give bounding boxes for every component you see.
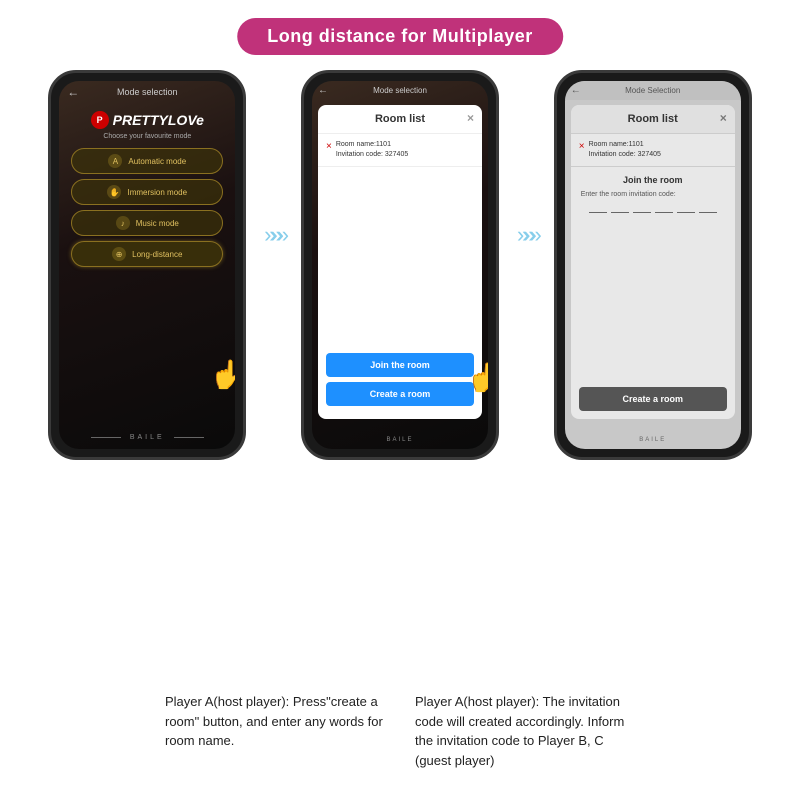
chevron-right-icon-2: »»» (517, 222, 536, 248)
create-room-btn[interactable]: Create a room (326, 382, 474, 406)
phone-3-topbar: ← Mode Selection (565, 81, 741, 100)
phone-3-screen: ← Mode Selection Room list × × Room name… (565, 81, 741, 449)
modal-actions: Join the room Create a room (326, 353, 474, 411)
modal-title: Room list (375, 113, 425, 125)
arrow-2: »»» (517, 222, 536, 248)
bottom-descriptions: Player A(host player): Press"create a ro… (0, 692, 800, 770)
phone-3-title: Mode Selection (625, 86, 680, 95)
header-banner: Long distance for Multiplayer (237, 18, 563, 55)
join-room-section: Join the room Enter the room invitation … (571, 167, 735, 229)
automatic-mode-btn[interactable]: A Automatic mode (71, 148, 223, 174)
phone-2: ← Mode selection Room list × × Room name… (301, 70, 499, 460)
room-x-icon: × (326, 141, 332, 152)
prettylove-text: PRETTYLOVe (113, 112, 204, 128)
phone-3-footer: BAILE (565, 437, 741, 443)
phones-row: ← Mode selection P PRETTYLOVe Choose you… (0, 70, 800, 460)
immersion-icon: ✋ (107, 185, 121, 199)
join-room-section-title: Join the room (581, 175, 725, 185)
phone-1-back-icon: ← (67, 85, 79, 99)
phone-3-back-icon: ← (571, 85, 581, 96)
phone-1-subtitle: Choose your favourite mode (59, 133, 235, 140)
modal-close-btn[interactable]: × (467, 111, 474, 125)
description-col-2: Player A(host player): The invitation co… (415, 692, 635, 770)
input-dash-5 (677, 212, 695, 213)
phone-2-topbar: ← Mode selection (312, 81, 488, 100)
join-room-input (581, 202, 725, 213)
long-distance-icon: ⊕ (112, 247, 126, 261)
room-name: Room name:1101 (336, 140, 408, 150)
phone-1-screen: ← Mode selection P PRETTYLOVe Choose you… (59, 81, 235, 449)
room-info: Room name:1101 Invitation code: 327405 (336, 140, 408, 160)
long-distance-label: Long-distance (132, 250, 182, 259)
input-dash-6 (699, 212, 717, 213)
modal3-header: Room list × (571, 105, 735, 134)
room-item: × Room name:1101 Invitation code: 327405 (318, 134, 482, 167)
phone-1: ← Mode selection P PRETTYLOVe Choose you… (48, 70, 246, 460)
modal3-close-btn[interactable]: × (720, 111, 727, 125)
room3-x-icon: × (579, 141, 585, 152)
phone-1-topbar: ← Mode selection (59, 81, 235, 103)
phone-2-back-icon: ← (318, 85, 328, 96)
room-list-modal-3: Room list × × Room name:1101 Invitation … (571, 105, 735, 419)
immersion-label: Immersion mode (127, 188, 187, 197)
phone-1-logo: P PRETTYLOVe (59, 111, 235, 129)
input-dash-4 (655, 212, 673, 213)
phone-2-footer: BAILE (312, 437, 488, 443)
room-item-3: × Room name:1101 Invitation code: 327405 (571, 134, 735, 167)
invitation-code-3: Invitation code: 327405 (589, 150, 661, 160)
hand-pointer-2: 👆 (467, 361, 488, 394)
input-dash-3 (633, 212, 651, 213)
phone-1-title: Mode selection (117, 87, 178, 97)
chevron-right-icon: »»» (264, 222, 283, 248)
arrow-1: »»» (264, 222, 283, 248)
music-mode-btn[interactable]: ♪ Music mode (71, 210, 223, 236)
description-2-text: Player A(host player): The invitation co… (415, 692, 635, 770)
hand-pointer-1: 👆 (210, 358, 235, 391)
header-title: Long distance for Multiplayer (267, 26, 533, 46)
music-icon: ♪ (116, 216, 130, 230)
phone-3: ← Mode Selection Room list × × Room name… (554, 70, 752, 460)
room-info-3: Room name:1101 Invitation code: 327405 (589, 140, 661, 160)
automatic-icon: A (108, 154, 122, 168)
music-label: Music mode (136, 219, 179, 228)
phone-2-screen: ← Mode selection Room list × × Room name… (312, 81, 488, 449)
modal3-title: Room list (628, 113, 678, 125)
invitation-code: Invitation code: 327405 (336, 150, 408, 160)
description-1-text: Player A(host player): Press"create a ro… (165, 692, 385, 751)
room-name-3: Room name:1101 (589, 140, 661, 150)
create-room-btn-3[interactable]: Create a room (579, 387, 727, 411)
long-distance-mode-btn[interactable]: ⊕ Long-distance (71, 241, 223, 267)
join-room-btn[interactable]: Join the room (326, 353, 474, 377)
immersion-mode-btn[interactable]: ✋ Immersion mode (71, 179, 223, 205)
modal-header: Room list × (318, 105, 482, 134)
automatic-label: Automatic mode (128, 157, 186, 166)
description-col-1: Player A(host player): Press"create a ro… (165, 692, 385, 770)
join-room-label: Enter the room invitation code: (581, 191, 725, 198)
input-dash-1 (589, 212, 607, 213)
room-list-modal: Room list × × Room name:1101 Invitation … (318, 105, 482, 419)
prettylove-icon: P (91, 111, 109, 129)
input-dash-2 (611, 212, 629, 213)
phone-1-footer: BAILE (59, 434, 235, 441)
phone-2-title: Mode selection (373, 86, 427, 95)
modal3-actions: Create a room (579, 387, 727, 411)
